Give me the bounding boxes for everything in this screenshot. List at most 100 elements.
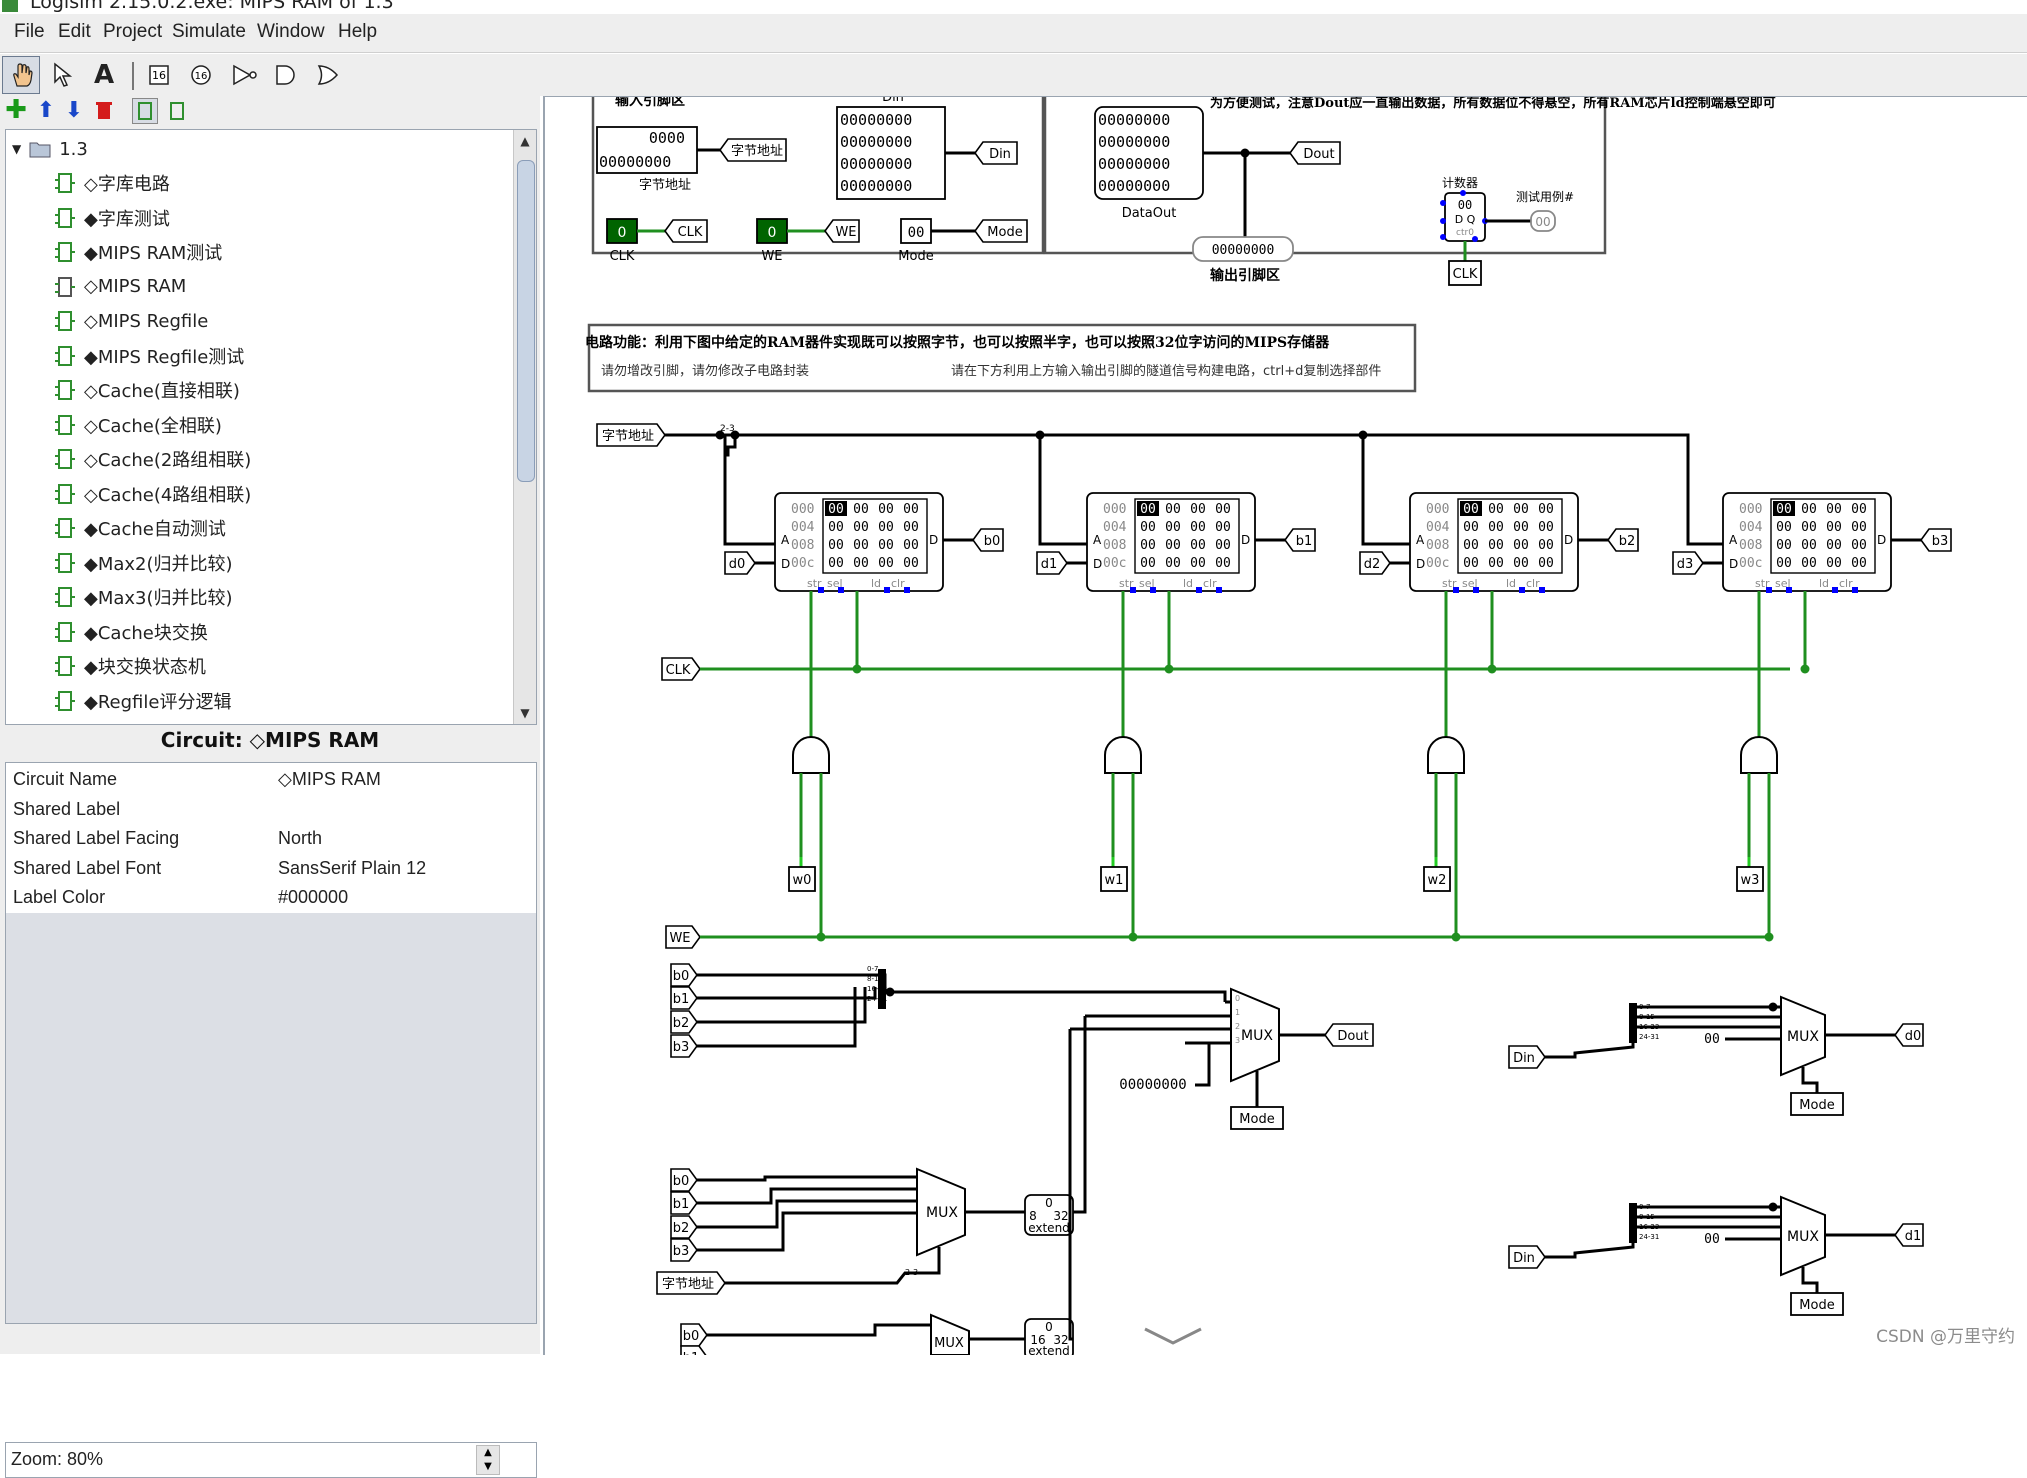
tree-item[interactable]: ◇MIPS RAM <box>55 270 186 304</box>
tree-scrollbar[interactable]: ▲ ▼ <box>513 130 536 724</box>
tree-item[interactable]: ◇Cache(直接相联) <box>55 373 240 407</box>
ram-data-in-tunnel-label: d2 <box>1364 557 1381 572</box>
ram-pin-d: D <box>1416 557 1425 571</box>
tree-item[interactable]: ◆MIPS Regfile测试 <box>55 339 244 373</box>
pin-icon[interactable]: 16 <box>144 60 174 90</box>
layout-toggle-icon[interactable] <box>132 98 158 124</box>
wire[interactable] <box>697 1211 917 1252</box>
menu-help[interactable]: Help <box>338 21 377 43</box>
add-circuit-icon[interactable]: ✚ <box>4 95 28 125</box>
tree-item-label: ◇字库电路 <box>84 174 170 195</box>
wire[interactable] <box>1686 435 1723 546</box>
menu-window[interactable]: Window <box>257 21 325 43</box>
attribute-value[interactable]: #000000 <box>278 887 348 908</box>
wire[interactable] <box>723 435 775 546</box>
attribute-value[interactable]: ◇MIPS RAM <box>278 769 381 790</box>
wire[interactable] <box>1545 1207 1635 1259</box>
wire[interactable] <box>1195 1043 1211 1087</box>
attribute-value[interactable]: North <box>278 828 322 849</box>
ram-row-address: 008 <box>791 538 814 553</box>
attribute-value[interactable]: SansSerif Plain 12 <box>278 858 426 879</box>
wire[interactable] <box>697 1175 917 1182</box>
menu-simulate[interactable]: Simulate <box>172 21 246 43</box>
attribute-row[interactable]: Shared Label Font SansSerif Plain 12 <box>6 854 536 884</box>
expand-triangle-icon[interactable]: ▼ <box>12 142 21 156</box>
tree-item[interactable]: ◆MIPS RAM测试 <box>55 235 222 269</box>
wire[interactable] <box>707 1323 931 1337</box>
scroll-thumb[interactable] <box>517 160 535 482</box>
tree-item[interactable]: ◇Cache(2路组相联) <box>55 442 251 476</box>
or-gate-icon[interactable] <box>312 60 344 90</box>
circuit-drawing[interactable]: 输入引脚区000000000000字节地址字节地址Din000000000000… <box>545 97 2027 1355</box>
menu-project[interactable]: Project <box>103 21 162 43</box>
and-gate[interactable] <box>1104 736 1142 774</box>
wire[interactable] <box>725 1247 941 1285</box>
and-gate[interactable] <box>1740 736 1778 774</box>
scroll-down-chevron-icon[interactable] <box>1144 1327 1202 1345</box>
bit-splitter[interactable] <box>1629 1203 1637 1243</box>
select-arrow-icon[interactable] <box>48 58 78 92</box>
wire[interactable] <box>1801 1267 1819 1293</box>
b-tunnel-label: b2 <box>673 1221 690 1236</box>
text-tool-icon[interactable]: A <box>88 58 120 92</box>
wire[interactable] <box>1038 435 1087 546</box>
tree-item[interactable]: ◇Cache(4路组相联) <box>55 477 251 511</box>
zoom-control[interactable]: Zoom: 80% ▲ ▼ <box>5 1442 537 1478</box>
ram-cell: 00 <box>878 556 894 571</box>
wire[interactable] <box>1068 1029 1073 1341</box>
ram-pin-bottom: ld <box>1183 577 1193 590</box>
wire[interactable] <box>886 990 1227 1002</box>
tree-item[interactable]: ◇字库电路 <box>55 166 170 200</box>
ram-cell: 00 <box>1776 538 1792 553</box>
tree-item[interactable]: ◇Cache(全相联) <box>55 408 222 442</box>
tree-item[interactable]: ◆块交换状态机 <box>55 649 206 683</box>
menu-file[interactable]: File <box>14 21 45 43</box>
not-gate-icon[interactable] <box>228 60 262 90</box>
wire[interactable] <box>697 987 867 1024</box>
poke-hand-icon[interactable] <box>2 56 40 94</box>
attribute-row[interactable]: Shared Label Facing North <box>6 824 536 854</box>
zoom-label: Zoom: 80% <box>11 1449 104 1469</box>
appearance-icon[interactable] <box>164 98 190 124</box>
menu-edit[interactable]: Edit <box>58 21 91 43</box>
circuit-canvas[interactable]: 输入引脚区 0000 00000000 字节地址 字节地址 Din 00000000 0000… <box>543 96 2027 1355</box>
ram-cell: 00 <box>1826 556 1842 571</box>
scroll-up-arrow-icon[interactable]: ▲ <box>514 130 536 152</box>
and-gate[interactable] <box>1427 736 1465 774</box>
attribute-row[interactable]: Label Color #000000 <box>6 883 536 913</box>
attribute-row[interactable]: Circuit Name ◇MIPS RAM <box>6 765 536 795</box>
tree-item[interactable]: ◆Max3(归并比较) <box>55 580 233 614</box>
tree-item[interactable]: ◆Regfile评分逻辑 <box>55 684 231 718</box>
wire[interactable] <box>697 987 877 1000</box>
project-explorer-tree: ▼ 1.3 ◇字库电路 ◆字库测试 ◆MIPS RAM测试 ◇MIPS RAM ◇MIP… <box>5 129 537 725</box>
and-gate-icon[interactable] <box>270 60 302 90</box>
move-up-icon[interactable]: ⬆ <box>34 98 58 123</box>
extend-name: extend <box>1028 1221 1070 1235</box>
ram-cell: 00 <box>1826 520 1842 535</box>
tree-root[interactable]: ▼ 1.3 <box>12 132 88 166</box>
ram-cell: 00 <box>1190 520 1206 535</box>
scroll-down-arrow-icon[interactable]: ▼ <box>514 702 536 724</box>
delete-icon[interactable] <box>92 98 116 122</box>
tree-item[interactable]: ◆字库测试 <box>55 201 170 235</box>
clock-icon[interactable]: 16 <box>186 60 216 90</box>
wire[interactable] <box>697 987 857 1048</box>
test-case-caption: 测试用例# <box>1516 189 1574 204</box>
ram-cell: 00 <box>1776 502 1792 517</box>
wire[interactable] <box>697 973 887 992</box>
zoom-spinner[interactable]: ▲ ▼ <box>476 1445 500 1475</box>
tree-item[interactable]: ◆Cache块交换 <box>55 615 208 649</box>
bit-splitter[interactable] <box>1629 1003 1637 1043</box>
ram-cell: 00 <box>1488 538 1504 553</box>
wire[interactable] <box>1361 435 1410 546</box>
attribute-row[interactable]: Shared Label <box>6 795 536 825</box>
tree-item[interactable]: ◇MIPS Regfile <box>55 304 208 338</box>
move-down-icon[interactable]: ⬇ <box>62 98 86 123</box>
ram-cell: 00 <box>853 502 869 517</box>
tree-item[interactable]: ◆Max2(归并比较) <box>55 546 233 580</box>
wire[interactable] <box>1073 1016 1087 1214</box>
and-gate[interactable] <box>792 736 830 774</box>
wire[interactable] <box>1801 1067 1819 1093</box>
tree-item[interactable]: ◆Cache自动测试 <box>55 511 226 545</box>
wire[interactable] <box>1545 1007 1635 1059</box>
